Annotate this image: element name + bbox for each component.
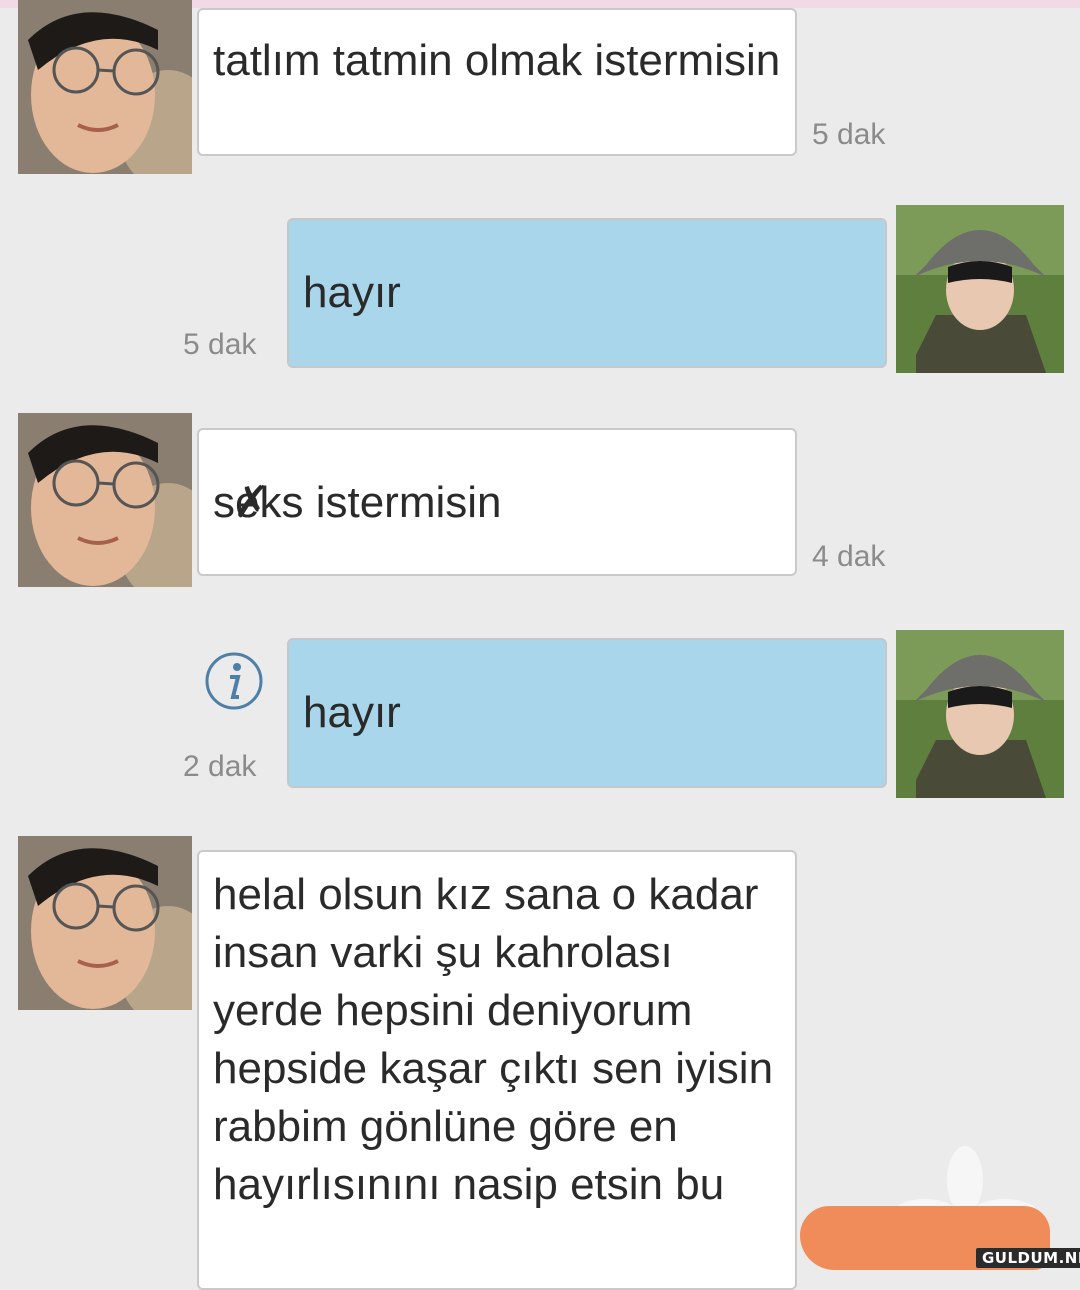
message-text: tatlım tatmin olmak istermisin <box>213 36 781 85</box>
message-time: 4 dak <box>812 540 886 573</box>
message-time: 2 dak <box>183 750 257 783</box>
avatar-right[interactable] <box>896 205 1064 373</box>
message-bubble-incoming[interactable]: helal olsun kız sana o kadar insan varki… <box>197 850 797 1290</box>
watermark-logo: GULDUM.NET <box>976 1248 1080 1268</box>
avatar-left[interactable] <box>18 836 192 1010</box>
message-text: hayır <box>303 688 401 737</box>
message-bubble-incoming[interactable]: se ✗ ks istermisin <box>197 428 797 576</box>
message-time: 5 dak <box>812 118 886 151</box>
message-time: 5 dak <box>183 328 257 361</box>
info-icon[interactable] <box>204 651 264 711</box>
cross-mark-icon: ✗ <box>233 478 270 527</box>
message-text: hayır <box>303 268 401 317</box>
message-bubble-outgoing[interactable]: hayır <box>287 218 887 368</box>
avatar-left[interactable] <box>18 0 192 174</box>
message-text-struck: e ✗ <box>233 478 270 527</box>
message-bubble-incoming[interactable]: tatlım tatmin olmak istermisin <box>197 8 797 156</box>
avatar-right[interactable] <box>896 630 1064 798</box>
message-bubble-outgoing[interactable]: hayır <box>287 638 887 788</box>
message-text-pre: s <box>213 478 235 527</box>
message-text: helal olsun kız sana o kadar insan varki… <box>213 870 774 1209</box>
avatar-left[interactable] <box>18 413 192 587</box>
message-text-post: ks istermisin <box>259 478 502 527</box>
